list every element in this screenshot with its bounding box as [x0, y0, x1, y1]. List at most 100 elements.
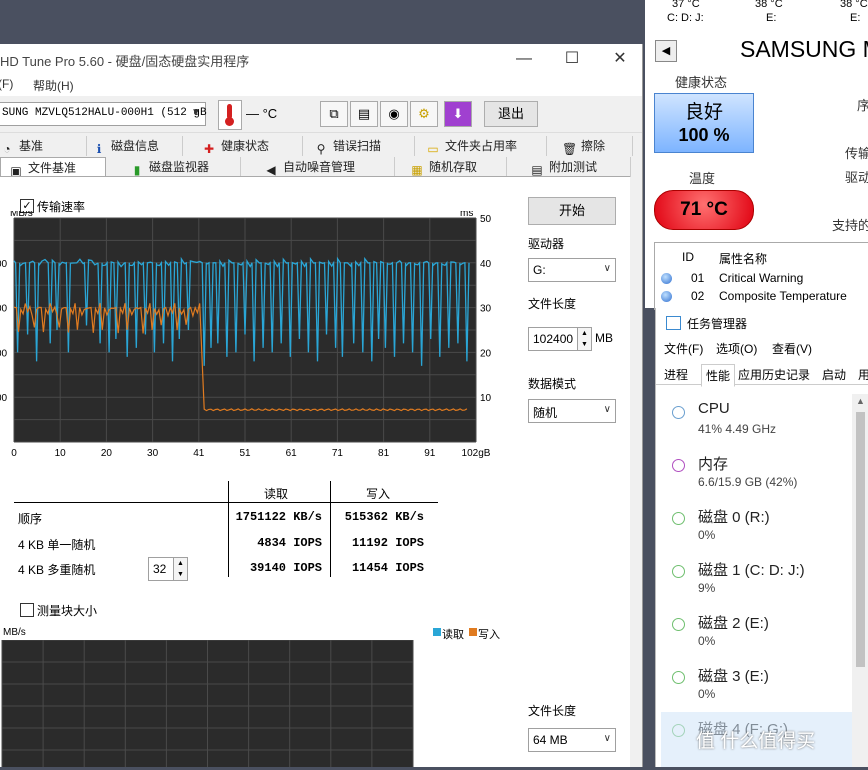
perf-item-detail: 0% — [698, 528, 716, 542]
perf-status-dot-icon — [672, 565, 685, 578]
x-tick-label: 20 — [101, 448, 113, 459]
perf-item[interactable]: 磁盘 3 (E:) 0% — [656, 665, 856, 717]
perf-status-dot-icon — [672, 671, 685, 684]
chevron-down-icon: ∨ — [603, 733, 611, 744]
tab-users[interactable]: 用 — [858, 366, 868, 383]
perf-item[interactable]: 磁盘 0 (R:) 0% — [656, 506, 856, 558]
temp-reading: 38 °C — [840, 0, 868, 10]
scroll-up-icon: ▲ — [856, 396, 865, 406]
perf-item-name: 内存 — [698, 456, 729, 473]
tab-error-scan[interactable]: ⚲ 错误扫描 — [314, 136, 415, 156]
maximize-button[interactable]: ☐ — [558, 49, 586, 69]
tab-row-1: ◔ 基准 ℹ 磁盘信息 ✚ 健康状态 ⚲ 错误扫描 ▭ 文件夹占用率 🗑 擦除 — [0, 136, 642, 156]
temp-reading: 38 °C — [755, 0, 783, 10]
drive-temperature: — °C — [246, 106, 278, 121]
read-value: 39140 IOPS — [249, 561, 322, 575]
data-mode-dropdown[interactable]: 随机 ∨ — [528, 399, 616, 423]
temperature-label: 温度 — [689, 171, 716, 186]
menu-help[interactable]: 帮助(H) — [33, 77, 74, 94]
perf-item-name: 磁盘 2 (E:) — [698, 615, 769, 632]
col-read-header: 读取 — [264, 487, 289, 501]
queue-depth-stepper[interactable]: ▲ ▼ — [173, 557, 188, 581]
menu-options[interactable]: 选项(O) — [716, 340, 757, 357]
block-size-checkbox[interactable] — [20, 603, 34, 617]
close-button[interactable]: ✕ — [606, 49, 634, 69]
task-manager-icon — [666, 316, 681, 330]
temp-reading: 37 °C — [672, 0, 700, 10]
file-benchmark-panel: ✓ 传输速率 504030201000000000MB/sms010203041… — [0, 176, 630, 767]
queue-depth-input[interactable]: 32 — [148, 557, 174, 581]
y2-axis-label: ms — [460, 211, 473, 219]
random-access-icon: ▦ — [411, 163, 423, 177]
y-tick-label: 00 — [0, 348, 8, 359]
status-dot-icon — [661, 273, 672, 284]
x-tick-label: 0 — [11, 448, 17, 459]
file-length-stepper[interactable]: ▲ ▼ — [577, 327, 592, 351]
tab-startup[interactable]: 启动 — [822, 366, 846, 383]
file-length-unit: MB — [595, 331, 613, 345]
write-value: 11454 IOPS — [351, 561, 424, 575]
tab-extra-tests[interactable]: ▤ 附加测试 — [530, 157, 631, 177]
perf-item[interactable]: CPU 41% 4.49 GHz — [656, 400, 856, 452]
options-wrench-icon[interactable]: ⚙ — [410, 101, 438, 127]
perf-item-name: 磁盘 3 (E:) — [698, 668, 769, 685]
exit-button[interactable]: 退出 — [484, 101, 538, 127]
health-cross-icon: ✚ — [203, 142, 215, 156]
tab-erase[interactable]: 🗑 擦除 — [562, 136, 633, 156]
side-label: 支持的 — [832, 218, 868, 233]
save-download-icon[interactable]: ⬇ — [444, 101, 472, 127]
tab-benchmark[interactable]: ◔ 基准 — [0, 136, 87, 156]
prev-drive-button[interactable]: ◀ — [655, 40, 677, 62]
perf-status-dot-icon — [672, 406, 685, 419]
tab-health[interactable]: ✚ 健康状态 — [202, 136, 303, 156]
ssd-info-window: ◀ SAMSUNG M 健康状态 良好 100 % 温度 71 °C 序 传输 … — [645, 28, 868, 310]
x-tick-label: 61 — [286, 448, 298, 459]
perf-item[interactable]: 内存 6.6/15.9 GB (42%) — [656, 453, 856, 505]
menu-file[interactable]: (F) — [0, 77, 13, 91]
minimize-button[interactable]: — — [510, 49, 538, 69]
file-length2-dropdown[interactable]: 64 MB ∨ — [528, 728, 616, 752]
toolbar: SUNG MZVLQ512HALU-000H1 (512 gB ▼ — °C ⧉… — [0, 96, 642, 133]
chevron-down-icon: ▼ — [191, 107, 201, 118]
table-divider — [330, 481, 331, 577]
task-manager-title: 任务管理器 — [687, 317, 748, 331]
perf-item-name: CPU — [698, 400, 730, 417]
start-button[interactable]: 开始 — [528, 197, 616, 225]
temp-drive: E: — [766, 12, 777, 24]
write-value: 515362 KB/s — [344, 510, 424, 524]
info-icon: ℹ — [96, 142, 102, 156]
x-tick-label: 91 — [424, 448, 436, 459]
tab-random-access[interactable]: ▦ 随机存取 — [410, 157, 507, 177]
smart-table: ID 属性名称 01 Critical Warning 02 Composite… — [654, 242, 868, 310]
file-length-input[interactable]: 102400 — [528, 327, 578, 351]
speaker-icon: ◀ — [266, 163, 276, 177]
tab-processes[interactable]: 进程 — [664, 366, 688, 383]
row-label: 4 KB 单一随机 — [18, 538, 96, 552]
attr-name: Composite Temperature — [719, 289, 847, 303]
copy-info-icon[interactable]: ⧉ — [320, 101, 348, 127]
perf-item[interactable]: 磁盘 1 (C: D: J:) 9% — [656, 559, 856, 611]
menu-view[interactable]: 查看(V) — [772, 340, 812, 357]
menu-file[interactable]: 文件(F) — [664, 340, 703, 357]
screenshot-camera-icon[interactable]: ◉ — [380, 101, 408, 127]
temp-drive: C: D: J: — [667, 12, 704, 24]
tab-folder-usage[interactable]: ▭ 文件夹占用率 — [426, 136, 547, 156]
tab-performance[interactable]: 性能 — [701, 364, 736, 387]
chevron-down-icon: ∨ — [603, 263, 611, 274]
temperature-badge: 71 °C — [654, 190, 754, 230]
scroll-thumb[interactable] — [856, 412, 865, 667]
tab-file-benchmark[interactable]: ▣ 文件基准 — [0, 157, 106, 178]
side-label: 驱动 — [845, 170, 868, 185]
y2-tick-label: 20 — [480, 348, 492, 359]
tab-disk-info[interactable]: ℹ 磁盘信息 — [92, 136, 183, 156]
drive-dropdown[interactable]: G: ∨ — [528, 258, 616, 282]
perf-status-dot-icon — [672, 618, 685, 631]
perf-item-detail: 0% — [698, 687, 716, 701]
perf-item[interactable]: 磁盘 2 (E:) 0% — [656, 612, 856, 664]
tab-aam[interactable]: ◀ 自动噪音管理 — [264, 157, 395, 177]
copy-text-icon[interactable]: ▤ — [350, 101, 378, 127]
tab-app-history[interactable]: 应用历史记录 — [738, 366, 810, 383]
drive-select[interactable]: SUNG MZVLQ512HALU-000H1 (512 gB ▼ — [0, 102, 207, 126]
row-label: 顺序 — [18, 512, 43, 526]
tab-disk-monitor[interactable]: ▮ 磁盘监视器 — [130, 157, 241, 177]
